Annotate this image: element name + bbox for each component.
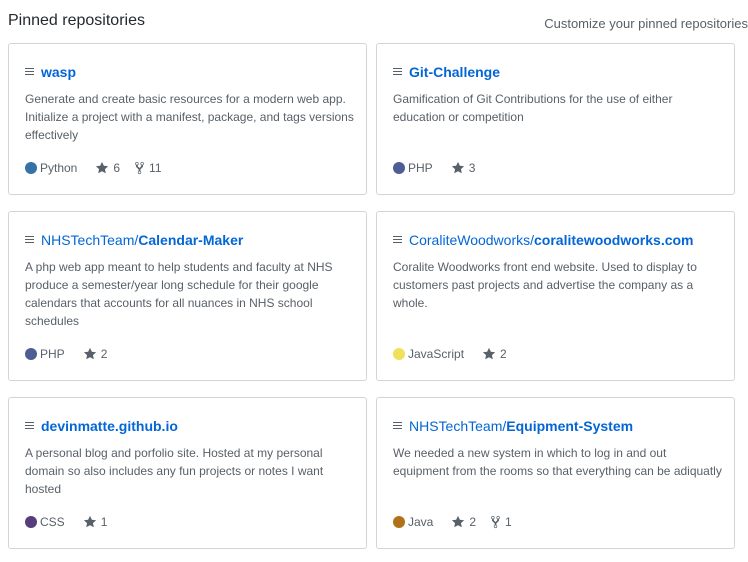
repo-description: Coralite Woodworks front end website. Us… [393,260,697,310]
repo-language: PHP [393,161,433,175]
repo-link[interactable]: NHSTechTeam/Equipment-System [409,418,633,434]
stars-count: 2 [500,347,507,361]
language-name: JavaScript [408,347,465,361]
repo-description: Gamification of Git Contributions for th… [393,92,673,124]
forks-count: 1 [505,515,512,529]
repo-owner: CoraliteWoodworks/ [409,232,535,248]
repo-description: We needed a new system in which to log i… [393,446,722,478]
pinned-repo-card: CoraliteWoodworks/coralitewoodworks.com … [376,211,735,381]
star-icon [482,347,496,360]
repo-meta: Java 2 1 [393,513,526,531]
stars-link[interactable]: 3 [451,161,476,175]
stars-link[interactable]: 2 [451,515,476,529]
repo-description: Generate and create basic resources for … [25,92,354,142]
repo-title-row: Git-Challenge [393,62,500,82]
pinned-repo-card: Git-Challenge Gamification of Git Contri… [376,43,735,195]
stars-count: 2 [100,347,108,361]
repo-title-row: NHSTechTeam/Equipment-System [393,416,633,436]
repo-language: JavaScript [393,347,464,361]
repo-meta: PHP 2 [25,345,121,363]
pinned-repo-card: NHSTechTeam/Calendar-Maker A php web app… [8,211,367,381]
stars-link[interactable]: 2 [83,347,108,361]
repo-title-row: CoraliteWoodworks/coralitewoodworks.com [393,230,694,250]
repo-name: Equipment-System [506,418,634,434]
pinned-repo-card: devinmatte.github.io A personal blog and… [8,397,367,549]
stars-count: 2 [469,515,477,529]
language-color-dot [25,348,37,360]
stars-link[interactable]: 2 [482,347,507,361]
language-color-dot [393,348,405,360]
repo-icon [25,67,34,77]
star-icon [83,515,96,528]
repo-language: CSS [25,515,65,529]
stars-count: 1 [100,515,108,529]
language-name: PHP [40,347,65,361]
pinned-repo-card: NHSTechTeam/Equipment-System We needed a… [376,397,735,549]
repo-name: wasp [41,64,77,80]
repo-name: Calendar-Maker [138,232,244,248]
repo-owner: NHSTechTeam/ [409,418,507,434]
repo-name: devinmatte.github.io [41,418,178,434]
repo-icon [393,235,402,245]
language-color-dot [393,516,405,528]
forks-count: 11 [149,161,162,175]
repo-meta: CSS 1 [25,513,121,531]
language-color-dot [393,162,405,174]
repo-language: Java [393,515,433,529]
repo-owner: NHSTechTeam/ [41,232,139,248]
repo-meta: PHP 3 [393,159,489,177]
pinned-title: Pinned repositories [8,12,145,29]
repo-link[interactable]: CoraliteWoodworks/coralitewoodworks.com [409,232,694,248]
repo-link[interactable]: NHSTechTeam/Calendar-Maker [41,232,243,248]
repo-language: Python [25,161,77,175]
repo-meta: Python 6 11 [25,159,176,177]
repo-icon [25,421,34,431]
star-icon [96,161,109,174]
repo-title-row: wasp [25,62,76,82]
repo-name: Git-Challenge [409,64,501,80]
repo-description: A php web app meant to help students and… [25,260,333,328]
repo-language: PHP [25,347,65,361]
star-icon [83,347,96,360]
forks-link[interactable]: 1 [490,515,512,529]
repo-link[interactable]: wasp [41,64,76,80]
repo-link[interactable]: Git-Challenge [409,64,500,80]
fork-icon [491,515,500,529]
repo-icon [25,235,34,245]
pinned-header: Pinned repositories Customize your pinne… [8,12,748,34]
language-name: PHP [408,161,433,175]
repo-title-row: devinmatte.github.io [25,416,178,436]
language-color-dot [25,162,37,174]
language-name: Python [40,161,78,175]
forks-link[interactable]: 11 [134,161,162,175]
stars-count: 3 [468,161,476,175]
repo-icon [393,67,402,77]
star-icon [451,161,464,174]
repo-title-row: NHSTechTeam/Calendar-Maker [25,230,243,250]
language-name: Java [408,515,434,529]
repo-description: A personal blog and porfolio site. Hoste… [25,446,324,496]
language-name: CSS [40,515,65,529]
repo-name: coralitewoodworks.com [534,232,694,248]
fork-icon [135,161,144,175]
star-icon [452,515,465,528]
repo-link[interactable]: devinmatte.github.io [41,418,178,434]
repo-meta: JavaScript 2 [393,345,521,363]
customize-pins-link[interactable]: Customize your pinned repositories [544,16,748,31]
stars-count: 6 [113,161,121,175]
stars-link[interactable]: 1 [83,515,108,529]
repo-icon [393,421,402,431]
language-color-dot [25,516,37,528]
stars-link[interactable]: 6 [95,161,120,175]
pinned-repo-card: wasp Generate and create basic resources… [8,43,367,195]
